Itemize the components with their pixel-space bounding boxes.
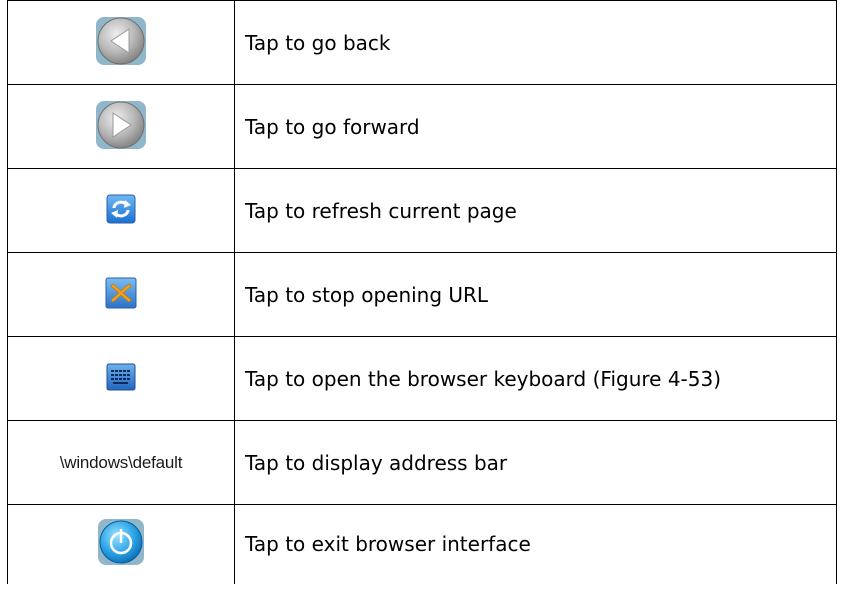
table-row: Tap to go forward bbox=[7, 84, 837, 169]
icon-cell bbox=[7, 84, 235, 169]
description-text: Tap to stop opening URL bbox=[234, 252, 837, 337]
description-text: Tap to exit browser interface bbox=[234, 504, 837, 584]
browser-controls-table: Tap to go back Tap to go forward Tap to … bbox=[7, 0, 837, 584]
icon-cell bbox=[7, 0, 235, 85]
icon-cell bbox=[7, 336, 235, 421]
stop-icon[interactable] bbox=[105, 277, 137, 313]
forward-arrow-icon[interactable] bbox=[95, 99, 147, 155]
table-row: \windows\default Tap to display address … bbox=[7, 420, 837, 505]
table-row: Tap to exit browser interface bbox=[7, 504, 837, 584]
description-text: Tap to refresh current page bbox=[234, 168, 837, 253]
refresh-icon[interactable] bbox=[106, 194, 136, 228]
description-text: Tap to go forward bbox=[234, 84, 837, 169]
icon-cell bbox=[7, 252, 235, 337]
back-arrow-icon[interactable] bbox=[95, 15, 147, 71]
address-bar[interactable]: \windows\default bbox=[60, 453, 183, 472]
power-icon[interactable] bbox=[97, 518, 145, 570]
icon-cell bbox=[7, 168, 235, 253]
table-row: Tap to stop opening URL bbox=[7, 252, 837, 337]
description-text: Tap to open the browser keyboard (Figure… bbox=[234, 336, 837, 421]
icon-cell bbox=[7, 504, 235, 584]
icon-cell: \windows\default bbox=[7, 420, 235, 505]
keyboard-icon[interactable] bbox=[106, 363, 136, 395]
table-row: Tap to refresh current page bbox=[7, 168, 837, 253]
description-text: Tap to go back bbox=[234, 0, 837, 85]
table-row: Tap to open the browser keyboard (Figure… bbox=[7, 336, 837, 421]
description-text: Tap to display address bar bbox=[234, 420, 837, 505]
table-row: Tap to go back bbox=[7, 0, 837, 85]
